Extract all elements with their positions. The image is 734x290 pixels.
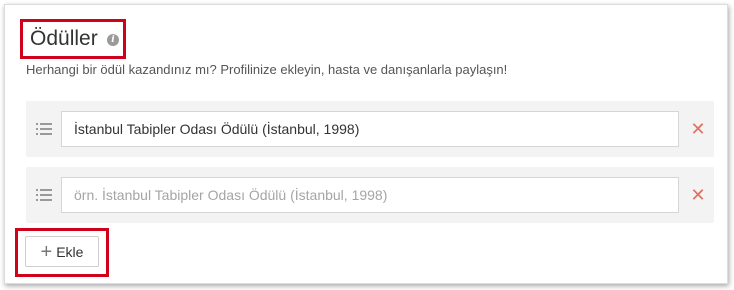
add-button-label: Ekle xyxy=(56,243,84,260)
remove-icon[interactable]: ✕ xyxy=(689,120,707,138)
award-input-empty[interactable] xyxy=(61,177,679,213)
award-input[interactable] xyxy=(61,111,679,147)
section-description: Herhangi bir ödül kazandınız mı? Profili… xyxy=(26,62,508,77)
award-row: ✕ xyxy=(26,101,714,157)
plus-icon: + xyxy=(40,240,53,263)
section-title: Ödüller xyxy=(30,27,98,50)
awards-panel: Ödüller i Herhangi bir ödül kazandınız m… xyxy=(4,4,728,284)
title-highlight: Ödüller i xyxy=(20,19,126,59)
info-icon[interactable]: i xyxy=(107,34,119,46)
drag-handle-icon[interactable] xyxy=(36,122,52,136)
add-button-highlight: + Ekle xyxy=(15,228,109,277)
award-row: ✕ xyxy=(26,167,714,223)
remove-icon[interactable]: ✕ xyxy=(689,186,707,204)
drag-handle-icon[interactable] xyxy=(36,188,52,202)
add-award-button[interactable]: + Ekle xyxy=(25,236,99,267)
